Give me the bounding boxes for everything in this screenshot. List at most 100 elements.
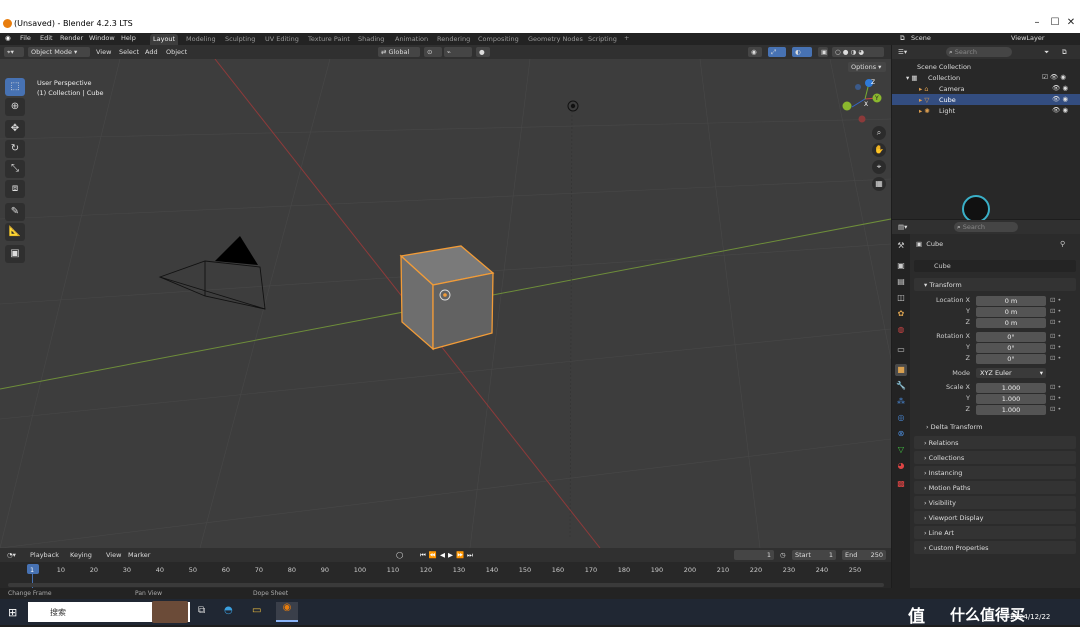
cube-object[interactable] (399, 245, 495, 351)
modifier-tab-icon[interactable]: 🔧 (895, 380, 907, 392)
outliner-editor-icon[interactable]: ☰▾ (898, 48, 907, 56)
current-frame-field[interactable]: 1 (734, 550, 774, 560)
menu-edit[interactable]: Edit (40, 34, 53, 42)
material-tab-icon[interactable]: ◕ (895, 460, 907, 472)
options-button[interactable]: Options ▾ (848, 62, 886, 72)
timeline-scrollbar[interactable] (8, 583, 884, 587)
menu-object[interactable]: Object (166, 48, 187, 56)
blender-taskbar-icon[interactable]: ◉ (276, 602, 298, 622)
motion-paths-section[interactable]: › Motion Paths (914, 481, 1076, 494)
tab-scripting[interactable]: Scripting (585, 34, 620, 45)
rotation-mode-dropdown[interactable]: XYZ Euler ▾ (976, 368, 1046, 378)
overlay-toggle-icon[interactable]: ◐ (792, 47, 812, 57)
add-cube-tool-icon[interactable]: ▣ (5, 245, 25, 263)
collections-section[interactable]: › Collections (914, 451, 1076, 464)
outliner-row-cube[interactable]: ▸ ▽ Cube 👁 ◉ (892, 94, 1080, 105)
constraints-tab-icon[interactable]: ⊗ (895, 428, 907, 440)
scale-x-field[interactable]: 1.000 (976, 383, 1046, 393)
pivot-icon[interactable]: ⊙ (424, 47, 442, 57)
move-tool-icon[interactable]: ✥ (5, 120, 25, 138)
camera-object[interactable] (158, 236, 266, 310)
record-icon[interactable]: ◯ (396, 551, 403, 559)
outliner-search-input[interactable]: ⌕ Search (946, 47, 1012, 57)
location-y-field[interactable]: 0 m (976, 307, 1046, 317)
start-frame-field[interactable]: Start 1 (792, 550, 836, 560)
view-layer-tab-icon[interactable]: ◫ (895, 292, 907, 304)
visibility-section[interactable]: › Visibility (914, 496, 1076, 509)
outliner-row-scene-collection[interactable]: Scene Collection (892, 61, 1080, 72)
perspective-toggle-icon[interactable]: ▦ (872, 177, 886, 191)
lock-icon[interactable]: ⊡ • (1050, 318, 1061, 326)
lock-icon[interactable]: ⊡ • (1050, 394, 1061, 402)
filter-icon[interactable]: ⏷ (1044, 48, 1049, 57)
outliner-row-camera[interactable]: ▸ ⌂ Camera 👁 ◉ (892, 83, 1080, 94)
menu-marker[interactable]: Marker (128, 551, 150, 559)
location-x-field[interactable]: 0 m (976, 296, 1046, 306)
scale-tool-icon[interactable]: ⤡ (5, 160, 25, 178)
menu-window[interactable]: Window (89, 34, 115, 42)
orientation-dropdown[interactable]: ⇄ Global (378, 47, 420, 57)
pin-icon[interactable]: ⚲ (1060, 240, 1065, 248)
rotation-y-field[interactable]: 0° (976, 343, 1046, 353)
physics-tab-icon[interactable]: ◎ (895, 412, 907, 424)
lock-icon[interactable]: ⊡ • (1050, 296, 1061, 304)
light-object[interactable] (567, 100, 579, 112)
lock-icon[interactable]: ⊡ • (1050, 307, 1061, 315)
scale-y-field[interactable]: 1.000 (976, 394, 1046, 404)
cursor-tool-icon[interactable]: ⊕ (5, 98, 25, 116)
properties-editor-icon[interactable]: ▤▾ (898, 223, 907, 231)
transform-tool-icon[interactable]: ⧈ (5, 180, 25, 198)
shading-mode-icons[interactable]: ○ ● ◑ ◕ (832, 47, 884, 57)
edge-browser-icon[interactable]: ◓ (224, 605, 233, 616)
object-tab-icon[interactable]: ■ (895, 364, 907, 376)
rotation-z-field[interactable]: 0° (976, 354, 1046, 364)
scene-name[interactable]: Scene (911, 34, 931, 42)
menu-render[interactable]: Render (60, 34, 83, 42)
tab-sculpting[interactable]: Sculpting (222, 34, 258, 45)
gizmo-toggle-icon[interactable]: ⤢ (768, 47, 786, 57)
visibility-icon[interactable]: ◉ (748, 47, 762, 57)
tab-layout[interactable]: Layout (150, 34, 179, 45)
delta-transform-subpanel[interactable]: › Delta Transform (926, 423, 982, 431)
timeline-area[interactable]: 1 10 20 30 40 50 60 70 80 90 100 110 120 130 140 150 160… (0, 562, 891, 588)
xray-icon[interactable]: ▣ (818, 47, 828, 57)
render-tab-icon[interactable]: ▣ (895, 260, 907, 272)
tab-geometry-nodes[interactable]: Geometry Nodes (525, 34, 586, 45)
instancing-section[interactable]: › Instancing (914, 466, 1076, 479)
close-icon[interactable]: ✕ (1064, 16, 1078, 30)
scene-tab-icon[interactable]: ✿ (895, 308, 907, 320)
data-tab-icon[interactable]: ▽ (895, 444, 907, 456)
object-name-field[interactable]: Cube (914, 260, 1076, 272)
proportional-edit-icon[interactable]: ● (476, 47, 490, 57)
menu-add[interactable]: Add (145, 48, 158, 56)
3d-viewport[interactable]: Z Y X User Perspective (1) Collection | … (0, 59, 891, 548)
blender-menu-icon[interactable]: ◉ (5, 34, 11, 42)
outliner-row-collection[interactable]: ▾ ▦ Collection ☑ 👁 ◉ (892, 72, 1080, 83)
rotation-x-field[interactable]: 0° (976, 332, 1046, 342)
mode-dropdown[interactable]: Object Mode ▾ (28, 47, 90, 57)
add-workspace-icon[interactable]: + (624, 34, 629, 42)
menu-select[interactable]: Select (119, 48, 139, 56)
tab-modeling[interactable]: Modeling (183, 34, 219, 45)
maximize-icon[interactable]: ☐ (1048, 16, 1062, 30)
menu-playback[interactable]: Playback (30, 551, 59, 559)
location-z-field[interactable]: 0 m (976, 318, 1046, 328)
relations-section[interactable]: › Relations (914, 436, 1076, 449)
output-tab-icon[interactable]: ▤ (895, 276, 907, 288)
minimize-icon[interactable]: – (1030, 16, 1044, 30)
scale-z-field[interactable]: 1.000 (976, 405, 1046, 415)
lock-icon[interactable]: ⊡ • (1050, 332, 1061, 340)
end-frame-field[interactable]: End 250 (842, 550, 886, 560)
annotate-tool-icon[interactable]: ✎ (5, 203, 25, 221)
lock-icon[interactable]: ⊡ • (1050, 383, 1061, 391)
pan-hand-icon[interactable]: ✋ (872, 143, 886, 157)
particles-tab-icon[interactable]: ⁂ (895, 396, 907, 408)
tool-tab-icon[interactable]: ⚒ (895, 240, 907, 252)
select-tool-icon[interactable]: ⬚ (5, 78, 25, 96)
measure-tool-icon[interactable]: 📐 (5, 223, 25, 241)
lock-icon[interactable]: ⊡ • (1050, 343, 1061, 351)
menu-timeline-view[interactable]: View (106, 551, 121, 559)
transform-section-header[interactable]: ▾ Transform (914, 278, 1076, 291)
snap-icon[interactable]: ⌁ (444, 47, 472, 57)
new-collection-icon[interactable]: ⧉ (1062, 48, 1067, 57)
